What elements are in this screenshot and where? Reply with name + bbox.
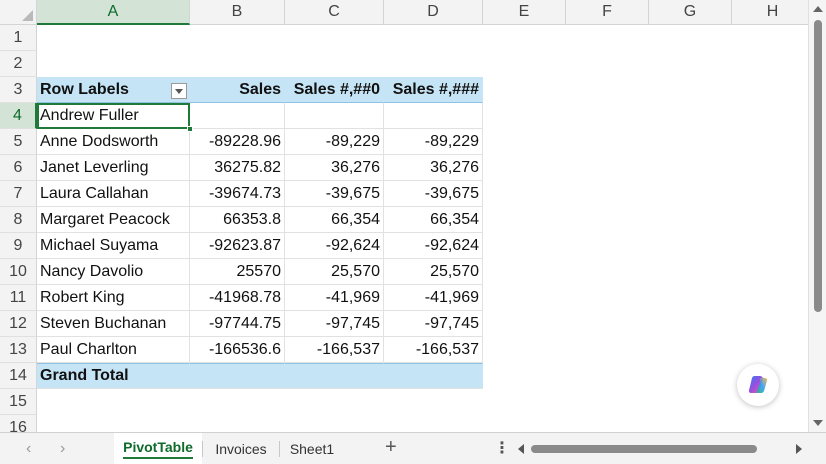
vertical-scrollbar[interactable] <box>808 0 826 432</box>
row-header-11[interactable]: 11 <box>0 285 37 311</box>
scroll-right-arrow-icon[interactable] <box>796 444 802 454</box>
pivot-row-label[interactable]: Janet Leverling <box>37 155 190 181</box>
row-header-3[interactable]: 3 <box>0 77 37 103</box>
row-header-14[interactable]: 14 <box>0 363 37 389</box>
spreadsheet-grid: A B C D E F G H 1 2 3 4 5 6 7 8 9 10 11 … <box>0 0 808 432</box>
pivot-value-cell[interactable]: -41968.78 <box>190 285 285 311</box>
pivot-row-label[interactable]: Laura Callahan <box>37 181 190 207</box>
pivot-row-label[interactable]: Anne Dodsworth <box>37 129 190 155</box>
pivot-grand-total-b[interactable] <box>190 363 285 389</box>
pivot-value-cell[interactable]: 36275.82 <box>190 155 285 181</box>
row-header-4[interactable]: 4 <box>0 103 37 129</box>
pivot-value-cell[interactable]: 66,354 <box>285 207 384 233</box>
pivot-value-cell[interactable]: -89,229 <box>285 129 384 155</box>
add-sheet-button[interactable]: + <box>385 436 397 459</box>
row-header-9[interactable]: 9 <box>0 233 37 259</box>
scroll-left-arrow-icon[interactable] <box>518 444 524 454</box>
row-header-2[interactable]: 2 <box>0 51 37 77</box>
pivot-value-cell[interactable]: -97,745 <box>285 311 384 337</box>
pivot-row-label[interactable]: Paul Charlton <box>37 337 190 363</box>
pivot-row-labels-header[interactable]: Row Labels <box>37 77 190 103</box>
tab-pivottable-label: PivotTable <box>123 439 193 459</box>
pivot-row-label[interactable]: Steven Buchanan <box>37 311 190 337</box>
pivot-value-cell[interactable]: 66,354 <box>384 207 483 233</box>
tab-sheet1[interactable]: Sheet1 <box>280 433 344 464</box>
row-labels-filter-dropdown[interactable] <box>171 83 187 99</box>
pivot-sales-format2-header[interactable]: Sales #,### <box>384 77 483 103</box>
scroll-down-arrow-icon[interactable] <box>813 420 823 426</box>
pivot-value-cell[interactable]: 36,276 <box>384 155 483 181</box>
pivot-row-label[interactable]: Margaret Peacock <box>37 207 190 233</box>
pivot-value-cell[interactable]: -39,675 <box>285 181 384 207</box>
pivot-value-cell[interactable]: -166,537 <box>384 337 483 363</box>
pivot-sales-header[interactable]: Sales <box>190 77 285 103</box>
horizontal-scroll-thumb[interactable] <box>531 445 757 453</box>
next-sheet-icon[interactable]: › <box>60 440 65 458</box>
pivot-value-cell[interactable]: -39674.73 <box>190 181 285 207</box>
vertical-scroll-thumb[interactable] <box>814 20 822 312</box>
sheet-tab-bar: ‹ › PivotTable Invoices Sheet1 + ⋮ <box>0 432 826 464</box>
pivot-value-cell[interactable]: -41,969 <box>285 285 384 311</box>
pivot-grand-total-c[interactable] <box>285 363 384 389</box>
pivot-grand-total-label[interactable]: Grand Total <box>37 363 190 389</box>
pivot-value-cell[interactable] <box>190 103 285 129</box>
column-header-a[interactable]: A <box>37 0 190 25</box>
pivot-value-cell[interactable]: -89,229 <box>384 129 483 155</box>
pivot-value-cell[interactable]: -89228.96 <box>190 129 285 155</box>
pivot-value-cell[interactable]: -92,624 <box>285 233 384 259</box>
pivot-value-cell[interactable]: -39,675 <box>384 181 483 207</box>
row-header-5[interactable]: 5 <box>0 129 37 155</box>
column-header-f[interactable]: F <box>566 0 649 25</box>
column-header-b[interactable]: B <box>190 0 285 25</box>
tab-invoices[interactable]: Invoices <box>203 433 279 464</box>
column-header-c[interactable]: C <box>285 0 384 25</box>
row-header-7[interactable]: 7 <box>0 181 37 207</box>
pivot-value-cell[interactable]: 66353.8 <box>190 207 285 233</box>
pivot-grand-total-d[interactable] <box>384 363 483 389</box>
pivot-value-cell[interactable]: -92,624 <box>384 233 483 259</box>
pivot-value-cell[interactable] <box>384 103 483 129</box>
scroll-up-arrow-icon[interactable] <box>813 6 823 12</box>
row-header-13[interactable]: 13 <box>0 337 37 363</box>
pivot-value-cell[interactable]: -166536.6 <box>190 337 285 363</box>
row-header-15[interactable]: 15 <box>0 389 37 415</box>
pivot-value-cell[interactable]: -41,969 <box>384 285 483 311</box>
pivot-value-cell[interactable]: 36,276 <box>285 155 384 181</box>
pivot-value-cell[interactable]: 25,570 <box>384 259 483 285</box>
pivot-value-cell[interactable]: -97,745 <box>384 311 483 337</box>
row-header-6[interactable]: 6 <box>0 155 37 181</box>
pivot-row-label[interactable]: Michael Suyama <box>37 233 190 259</box>
pivot-value-cell[interactable] <box>285 103 384 129</box>
row-header-8[interactable]: 8 <box>0 207 37 233</box>
pivot-value-cell[interactable]: -166,537 <box>285 337 384 363</box>
pivot-value-cell[interactable]: -92623.87 <box>190 233 285 259</box>
pivot-sales-format1-header[interactable]: Sales #,##0 <box>285 77 384 103</box>
more-options-icon[interactable]: ⋮ <box>494 438 510 458</box>
column-header-h[interactable]: H <box>732 0 808 25</box>
pivot-row-label[interactable]: Nancy Davolio <box>37 259 190 285</box>
prev-sheet-icon[interactable]: ‹ <box>26 440 31 458</box>
copilot-icon <box>748 376 768 394</box>
row-header-10[interactable]: 10 <box>0 259 37 285</box>
pivot-value-cell[interactable]: 25570 <box>190 259 285 285</box>
pivot-value-cell[interactable]: -97744.75 <box>190 311 285 337</box>
tab-sheet1-label: Sheet1 <box>289 440 335 457</box>
pivot-value-cell[interactable]: 25,570 <box>285 259 384 285</box>
row-header-1[interactable]: 1 <box>0 25 37 51</box>
fill-handle[interactable] <box>187 126 193 132</box>
copilot-button[interactable] <box>737 364 779 406</box>
select-all-corner[interactable] <box>0 0 37 25</box>
row-header-16[interactable]: 16 <box>0 415 37 432</box>
pivot-row-label[interactable]: Robert King <box>37 285 190 311</box>
pivot-row-label[interactable]: Andrew Fuller <box>37 103 190 129</box>
column-header-g[interactable]: G <box>649 0 732 25</box>
column-header-d[interactable]: D <box>384 0 483 25</box>
row-header-12[interactable]: 12 <box>0 311 37 337</box>
tab-pivottable[interactable]: PivotTable <box>114 433 202 464</box>
column-header-e[interactable]: E <box>483 0 566 25</box>
tab-invoices-label: Invoices <box>215 440 267 457</box>
